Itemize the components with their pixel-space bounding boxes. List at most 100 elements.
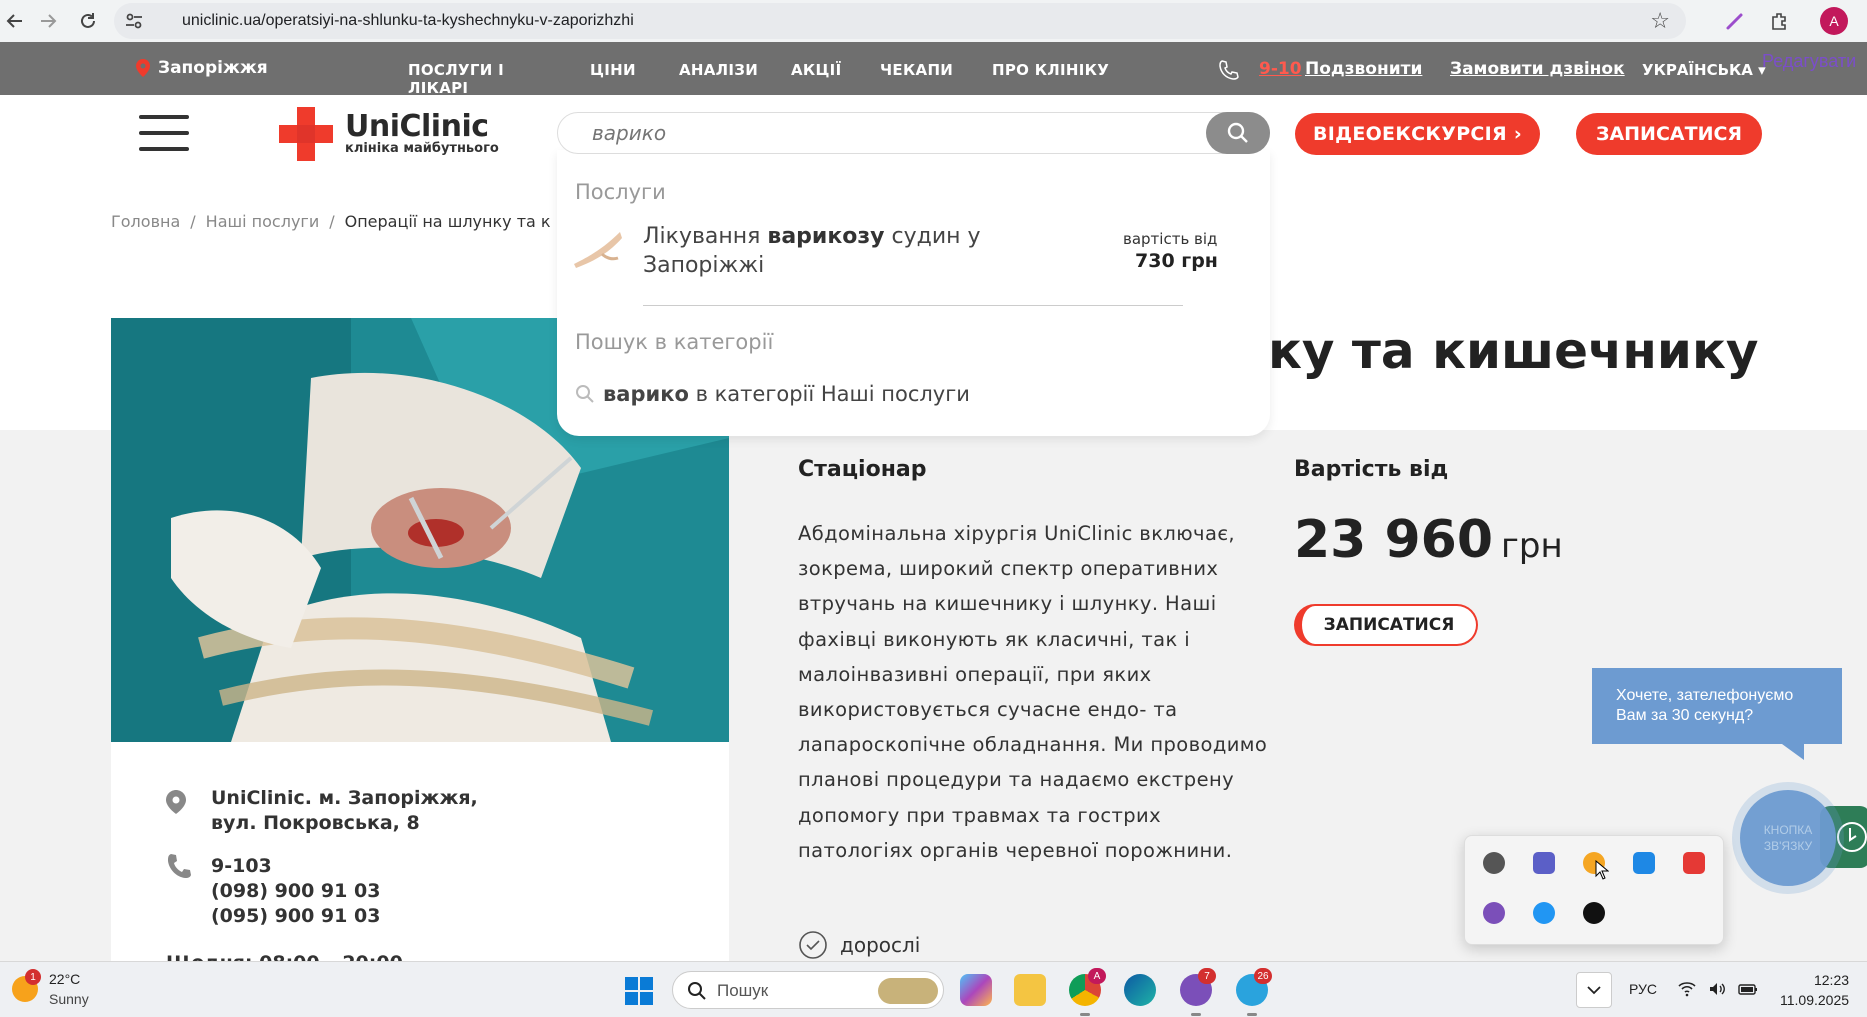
menu-services-doctors[interactable]: ПОСЛУГИ І ЛІКАРІ — [408, 61, 541, 97]
location-icon — [166, 790, 186, 814]
b-app-icon[interactable] — [1583, 902, 1605, 924]
short-phone-link[interactable]: 9-10 — [1259, 59, 1302, 79]
vpn-icon[interactable] — [1483, 852, 1505, 874]
services-section-heading: Послуги — [575, 180, 666, 204]
windows-taskbar: 1 22°C Sunny Пошук A 7 26 РУС 12:23 11.0… — [0, 961, 1867, 1017]
callback-bubble[interactable]: Хочете, зателефонуємо Вам за 30 секунд? — [1592, 668, 1842, 744]
suggestion-price: 730 грн — [1135, 250, 1218, 272]
search-submit-button[interactable] — [1206, 112, 1270, 154]
address-bar[interactable]: uniclinic.ua/operatsiyi-na-shlunku-ta-ky… — [114, 3, 1686, 39]
inpatient-heading: Стаціонар — [798, 457, 927, 482]
back-arrow-icon — [6, 14, 22, 28]
callback-button[interactable]: КНОПКА ЗВ'ЯЗКУ — [1740, 790, 1836, 886]
service-description: Абдомінальна хірургія UniClinic включає,… — [798, 522, 1268, 862]
profile-avatar[interactable]: A — [1820, 7, 1848, 35]
menu-about[interactable]: ПРО КЛІНІКУ — [992, 61, 1142, 97]
suggestion-price-label: вартість від — [1123, 230, 1218, 248]
page-title: ку та кишечнику — [1268, 322, 1759, 380]
phone-short[interactable]: 9-103 — [211, 854, 380, 879]
bookmark-star-icon[interactable]: ☆ — [1650, 9, 1670, 34]
system-tray-icons[interactable] — [1678, 981, 1758, 997]
reload-button[interactable] — [73, 6, 103, 36]
phone-1[interactable]: (098) 900 91 03 — [211, 879, 380, 904]
back-button[interactable] — [0, 6, 30, 36]
weather-description[interactable]: Sunny — [49, 991, 89, 1007]
menu-analyses[interactable]: АНАЛІЗИ — [679, 61, 759, 97]
browser-toolbar: uniclinic.ua/operatsiyi-na-shlunku-ta-ky… — [0, 0, 1867, 42]
breadcrumb-services[interactable]: Наші послуги — [206, 212, 320, 231]
viber-badge: 7 — [1198, 968, 1216, 984]
map-pin-icon — [136, 59, 150, 77]
reload-icon — [81, 13, 95, 28]
menu-prices[interactable]: ЦІНИ — [590, 61, 650, 97]
telegram-badge: 26 — [1254, 968, 1272, 984]
tray-overflow-popup — [1464, 835, 1724, 945]
forward-arrow-icon — [41, 14, 57, 28]
site-info-icon[interactable] — [124, 11, 144, 31]
input-language-indicator[interactable]: РУС — [1629, 981, 1657, 997]
menu-promotions[interactable]: АКЦІЇ — [791, 61, 846, 97]
wifi-icon — [1678, 982, 1696, 997]
price-value: 23 960 грн — [1294, 510, 1563, 570]
pen-icon[interactable] — [1720, 6, 1750, 36]
telegram-running-indicator — [1247, 1013, 1257, 1016]
header-signup-button[interactable]: ЗАПИСАТИСЯ — [1576, 113, 1762, 155]
hamburger-menu-button[interactable] — [139, 115, 189, 151]
taskbar-search[interactable]: Пошук — [672, 971, 944, 1009]
update-icon[interactable] — [1533, 902, 1555, 924]
contact-card: UniClinic. м. Запоріжжя, вул. Покровська… — [111, 742, 729, 972]
logo-tagline: клініка майбутнього — [345, 141, 499, 156]
phone-icon — [1219, 60, 1239, 80]
search-input[interactable] — [558, 113, 1208, 153]
breadcrumb: Головна / Наші послуги / Операції на шлунку … — [111, 212, 551, 231]
forward-button[interactable] — [33, 6, 63, 36]
edge-icon[interactable] — [1124, 974, 1156, 1006]
viber-tray-icon[interactable] — [1483, 902, 1505, 924]
check-circle-icon — [799, 931, 827, 959]
service-thumbnail — [572, 228, 624, 268]
volume-icon — [1710, 983, 1725, 995]
city-selector[interactable]: Запоріжжя — [136, 58, 268, 78]
search-icon — [576, 385, 594, 403]
extensions-icon[interactable] — [1764, 6, 1794, 36]
audience-item: дорослі — [798, 930, 920, 960]
chrome-profile-badge: A — [1088, 968, 1106, 984]
camera-app-icon[interactable] — [1683, 852, 1705, 874]
signup-button[interactable]: ЗАПИСАТИСЯ — [1294, 604, 1478, 646]
search-suggestions-dropdown: Послуги Лікування варикозу судин у Запор… — [557, 150, 1270, 436]
chevron-right-icon: › — [1513, 123, 1523, 145]
search-highlight-image — [878, 978, 938, 1004]
url-text: uniclinic.ua/operatsiyi-na-shlunku-ta-ky… — [182, 12, 634, 29]
breadcrumb-home[interactable]: Головна — [111, 212, 180, 231]
weather-temperature[interactable]: 22°C — [49, 971, 80, 987]
divider — [643, 305, 1183, 306]
video-tour-button[interactable]: ВІДЕОЕКСКУРСІЯ › — [1295, 113, 1540, 155]
top-nav-bar: Запоріжжя ПОСЛУГИ І ЛІКАРІ ЦІНИ АНАЛІЗИ … — [0, 42, 1867, 97]
phone-2[interactable]: (095) 900 91 03 — [211, 904, 380, 929]
teams-icon[interactable] — [1533, 852, 1555, 874]
suggestion-service-title[interactable]: Лікування варикозу судин у Запоріжжі — [643, 222, 1023, 280]
order-call-link[interactable]: Замовити дзвінок — [1450, 59, 1625, 79]
tray-overflow-button[interactable] — [1576, 972, 1612, 1008]
menu-checkups[interactable]: ЧЕКАПИ — [880, 61, 960, 97]
category-section-heading: Пошук в категорії — [575, 330, 774, 354]
mouse-cursor-icon — [1595, 860, 1609, 880]
logo-cross-icon — [279, 107, 333, 161]
search-icon — [688, 982, 706, 1000]
call-link[interactable]: Подзвонити — [1305, 59, 1422, 79]
category-search-suggestion[interactable]: варико в категорії Наші послуги — [575, 382, 970, 406]
start-button[interactable] — [625, 977, 653, 1005]
logo-name: UniClinic — [345, 109, 489, 144]
chrome-running-indicator — [1080, 1013, 1090, 1016]
file-explorer-icon[interactable] — [1014, 974, 1046, 1006]
edit-link[interactable]: Редагувати — [1762, 51, 1856, 72]
language-selector[interactable]: УКРАЇНСЬКА ▾ — [1642, 61, 1766, 79]
site-logo[interactable]: UniClinic клініка майбутнього — [277, 105, 499, 163]
search-icon — [1227, 122, 1248, 143]
system-clock[interactable]: 12:23 11.09.2025 — [1780, 970, 1849, 1010]
clinic-phones: 9-103 (098) 900 91 03 (095) 900 91 03 — [211, 854, 380, 929]
copilot-icon[interactable] — [960, 974, 992, 1006]
viber-running-indicator — [1191, 1013, 1201, 1016]
defender-icon[interactable] — [1633, 852, 1655, 874]
callback-bubble-tail — [1782, 744, 1804, 760]
